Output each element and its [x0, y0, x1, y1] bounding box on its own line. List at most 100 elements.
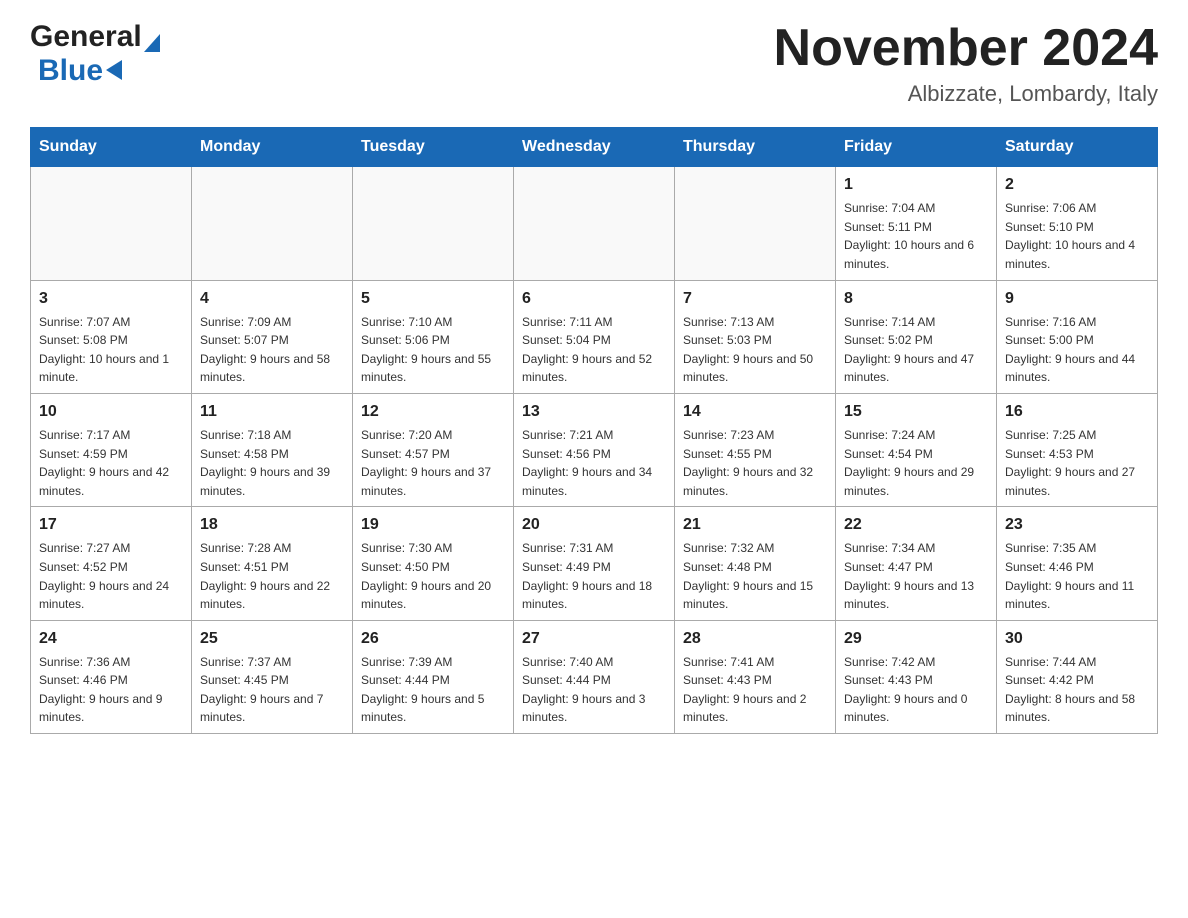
weekday-header-tuesday: Tuesday	[353, 128, 514, 167]
calendar-cell: 22Sunrise: 7:34 AM Sunset: 4:47 PM Dayli…	[836, 507, 997, 620]
day-number: 27	[522, 627, 666, 651]
calendar-cell: 6Sunrise: 7:11 AM Sunset: 5:04 PM Daylig…	[514, 280, 675, 393]
day-number: 19	[361, 513, 505, 537]
day-info: Sunrise: 7:11 AM Sunset: 5:04 PM Dayligh…	[522, 313, 666, 387]
calendar-cell: 26Sunrise: 7:39 AM Sunset: 4:44 PM Dayli…	[353, 620, 514, 733]
calendar-cell: 28Sunrise: 7:41 AM Sunset: 4:43 PM Dayli…	[675, 620, 836, 733]
calendar-cell: 9Sunrise: 7:16 AM Sunset: 5:00 PM Daylig…	[997, 280, 1158, 393]
day-number: 11	[200, 400, 344, 424]
day-number: 7	[683, 287, 827, 311]
calendar-cell: 20Sunrise: 7:31 AM Sunset: 4:49 PM Dayli…	[514, 507, 675, 620]
day-info: Sunrise: 7:42 AM Sunset: 4:43 PM Dayligh…	[844, 653, 988, 727]
day-number: 21	[683, 513, 827, 537]
day-number: 22	[844, 513, 988, 537]
calendar-cell: 13Sunrise: 7:21 AM Sunset: 4:56 PM Dayli…	[514, 393, 675, 506]
calendar-cell: 23Sunrise: 7:35 AM Sunset: 4:46 PM Dayli…	[997, 507, 1158, 620]
logo-triangle-icon	[144, 34, 160, 52]
calendar-cell: 15Sunrise: 7:24 AM Sunset: 4:54 PM Dayli…	[836, 393, 997, 506]
day-number: 4	[200, 287, 344, 311]
logo-blue-text: Blue	[38, 54, 103, 88]
calendar-cell: 14Sunrise: 7:23 AM Sunset: 4:55 PM Dayli…	[675, 393, 836, 506]
day-number: 3	[39, 287, 183, 311]
calendar-cell: 21Sunrise: 7:32 AM Sunset: 4:48 PM Dayli…	[675, 507, 836, 620]
day-info: Sunrise: 7:23 AM Sunset: 4:55 PM Dayligh…	[683, 426, 827, 500]
day-info: Sunrise: 7:07 AM Sunset: 5:08 PM Dayligh…	[39, 313, 183, 387]
day-info: Sunrise: 7:25 AM Sunset: 4:53 PM Dayligh…	[1005, 426, 1149, 500]
calendar-cell: 29Sunrise: 7:42 AM Sunset: 4:43 PM Dayli…	[836, 620, 997, 733]
day-number: 18	[200, 513, 344, 537]
day-number: 25	[200, 627, 344, 651]
day-info: Sunrise: 7:28 AM Sunset: 4:51 PM Dayligh…	[200, 539, 344, 613]
day-number: 30	[1005, 627, 1149, 651]
day-number: 6	[522, 287, 666, 311]
day-number: 28	[683, 627, 827, 651]
calendar-cell: 4Sunrise: 7:09 AM Sunset: 5:07 PM Daylig…	[192, 280, 353, 393]
day-info: Sunrise: 7:37 AM Sunset: 4:45 PM Dayligh…	[200, 653, 344, 727]
day-info: Sunrise: 7:35 AM Sunset: 4:46 PM Dayligh…	[1005, 539, 1149, 613]
calendar-cell: 10Sunrise: 7:17 AM Sunset: 4:59 PM Dayli…	[31, 393, 192, 506]
calendar-cell	[353, 167, 514, 280]
weekday-header-thursday: Thursday	[675, 128, 836, 167]
day-info: Sunrise: 7:34 AM Sunset: 4:47 PM Dayligh…	[844, 539, 988, 613]
calendar-cell: 5Sunrise: 7:10 AM Sunset: 5:06 PM Daylig…	[353, 280, 514, 393]
calendar-week-row: 1Sunrise: 7:04 AM Sunset: 5:11 PM Daylig…	[31, 167, 1158, 280]
day-number: 9	[1005, 287, 1149, 311]
day-info: Sunrise: 7:09 AM Sunset: 5:07 PM Dayligh…	[200, 313, 344, 387]
day-info: Sunrise: 7:27 AM Sunset: 4:52 PM Dayligh…	[39, 539, 183, 613]
day-info: Sunrise: 7:32 AM Sunset: 4:48 PM Dayligh…	[683, 539, 827, 613]
calendar-cell: 1Sunrise: 7:04 AM Sunset: 5:11 PM Daylig…	[836, 167, 997, 280]
calendar-cell: 7Sunrise: 7:13 AM Sunset: 5:03 PM Daylig…	[675, 280, 836, 393]
calendar-cell: 27Sunrise: 7:40 AM Sunset: 4:44 PM Dayli…	[514, 620, 675, 733]
day-info: Sunrise: 7:40 AM Sunset: 4:44 PM Dayligh…	[522, 653, 666, 727]
day-number: 2	[1005, 173, 1149, 197]
day-info: Sunrise: 7:06 AM Sunset: 5:10 PM Dayligh…	[1005, 199, 1149, 273]
calendar-cell: 16Sunrise: 7:25 AM Sunset: 4:53 PM Dayli…	[997, 393, 1158, 506]
day-info: Sunrise: 7:21 AM Sunset: 4:56 PM Dayligh…	[522, 426, 666, 500]
day-info: Sunrise: 7:18 AM Sunset: 4:58 PM Dayligh…	[200, 426, 344, 500]
day-number: 12	[361, 400, 505, 424]
calendar-week-row: 17Sunrise: 7:27 AM Sunset: 4:52 PM Dayli…	[31, 507, 1158, 620]
calendar-week-row: 10Sunrise: 7:17 AM Sunset: 4:59 PM Dayli…	[31, 393, 1158, 506]
day-number: 15	[844, 400, 988, 424]
calendar-cell: 30Sunrise: 7:44 AM Sunset: 4:42 PM Dayli…	[997, 620, 1158, 733]
day-number: 23	[1005, 513, 1149, 537]
day-info: Sunrise: 7:31 AM Sunset: 4:49 PM Dayligh…	[522, 539, 666, 613]
calendar-cell: 25Sunrise: 7:37 AM Sunset: 4:45 PM Dayli…	[192, 620, 353, 733]
calendar-cell: 11Sunrise: 7:18 AM Sunset: 4:58 PM Dayli…	[192, 393, 353, 506]
calendar-cell: 8Sunrise: 7:14 AM Sunset: 5:02 PM Daylig…	[836, 280, 997, 393]
logo: General Blue	[30, 20, 160, 88]
day-info: Sunrise: 7:44 AM Sunset: 4:42 PM Dayligh…	[1005, 653, 1149, 727]
day-info: Sunrise: 7:10 AM Sunset: 5:06 PM Dayligh…	[361, 313, 505, 387]
day-number: 10	[39, 400, 183, 424]
day-info: Sunrise: 7:36 AM Sunset: 4:46 PM Dayligh…	[39, 653, 183, 727]
calendar-header-row: SundayMondayTuesdayWednesdayThursdayFrid…	[31, 128, 1158, 167]
day-number: 13	[522, 400, 666, 424]
calendar-cell	[192, 167, 353, 280]
day-number: 14	[683, 400, 827, 424]
day-info: Sunrise: 7:04 AM Sunset: 5:11 PM Dayligh…	[844, 199, 988, 273]
calendar-cell: 19Sunrise: 7:30 AM Sunset: 4:50 PM Dayli…	[353, 507, 514, 620]
month-year-title: November 2024	[774, 20, 1158, 77]
weekday-header-wednesday: Wednesday	[514, 128, 675, 167]
calendar-cell: 17Sunrise: 7:27 AM Sunset: 4:52 PM Dayli…	[31, 507, 192, 620]
calendar-cell: 18Sunrise: 7:28 AM Sunset: 4:51 PM Dayli…	[192, 507, 353, 620]
logo-general-text: General	[30, 20, 142, 54]
calendar-cell: 2Sunrise: 7:06 AM Sunset: 5:10 PM Daylig…	[997, 167, 1158, 280]
day-info: Sunrise: 7:30 AM Sunset: 4:50 PM Dayligh…	[361, 539, 505, 613]
calendar-cell	[31, 167, 192, 280]
day-number: 1	[844, 173, 988, 197]
title-section: November 2024 Albizzate, Lombardy, Italy	[774, 20, 1158, 107]
day-number: 24	[39, 627, 183, 651]
day-number: 17	[39, 513, 183, 537]
day-info: Sunrise: 7:16 AM Sunset: 5:00 PM Dayligh…	[1005, 313, 1149, 387]
day-info: Sunrise: 7:14 AM Sunset: 5:02 PM Dayligh…	[844, 313, 988, 387]
weekday-header-monday: Monday	[192, 128, 353, 167]
page-header: General Blue November 2024 Albizzate, Lo…	[30, 20, 1158, 107]
weekday-header-sunday: Sunday	[31, 128, 192, 167]
calendar-table: SundayMondayTuesdayWednesdayThursdayFrid…	[30, 127, 1158, 734]
day-number: 8	[844, 287, 988, 311]
calendar-cell: 3Sunrise: 7:07 AM Sunset: 5:08 PM Daylig…	[31, 280, 192, 393]
day-info: Sunrise: 7:13 AM Sunset: 5:03 PM Dayligh…	[683, 313, 827, 387]
weekday-header-friday: Friday	[836, 128, 997, 167]
calendar-cell: 24Sunrise: 7:36 AM Sunset: 4:46 PM Dayli…	[31, 620, 192, 733]
